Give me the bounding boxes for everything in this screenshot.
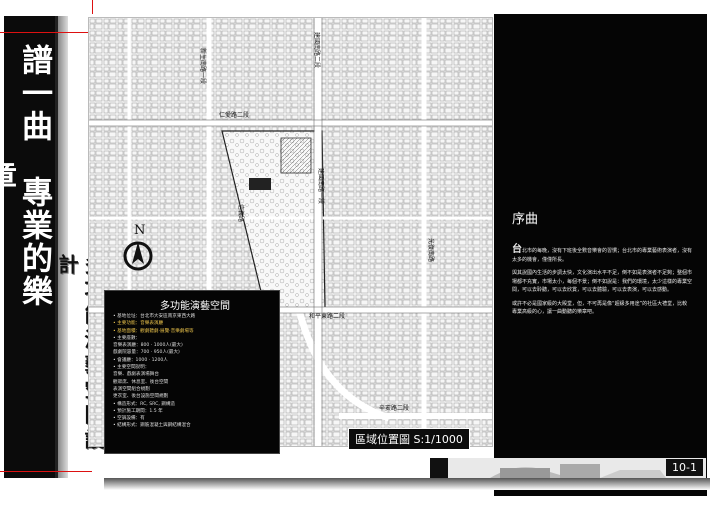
info-item: 音樂、戲劇表演場舞台 (113, 372, 159, 378)
road-label: 建國南路二段 (313, 32, 321, 68)
info-item: • 會議廳：1000 · 1200人 (113, 357, 168, 363)
info-item: • 基地面積：觀劇聽劇·展覽·音樂劇場等 (113, 328, 194, 334)
red-guide-line (92, 0, 93, 14)
preface-title: 序曲 (512, 212, 539, 227)
info-item: 觀眾席、休息室、後台空間 (113, 379, 169, 385)
info-item: • 空調設備：有 (113, 416, 145, 422)
title-bar-shadow (58, 16, 68, 478)
north-arrow-icon: N (123, 223, 153, 271)
info-box-title: 多功能演藝空間 (160, 301, 230, 312)
map-caption: 區域位置圖 S:1/1000 (348, 428, 470, 450)
preface-paragraph: 或許不必是國家級的大殿堂，但，不可再是像“超級多用途”的社區大禮堂，比較專業高級… (512, 300, 688, 316)
preface-paragraph: 與其說國內生活的步調太快，文化演出水平不足，倒不如是表演者不足夠；整個市場都不充… (512, 270, 693, 293)
info-item: • 主要空間說明： (113, 365, 150, 371)
info-item: • 主要功能：音樂表演廳 (113, 321, 164, 327)
preface-paragraph-text: 北市的每晚，沒有下班後全數音樂會的習慣；台北市的專業藝術表演者，沒有太多的機會，… (512, 248, 693, 263)
road-label: 信義路 (237, 204, 245, 222)
info-item: 更衣室、後台設施空間規劃 (113, 394, 169, 400)
red-guide-line (0, 32, 92, 33)
info-item: • 結構形式：鋼筋混凝土與鋼結構混合 (113, 423, 191, 429)
road-label: 建國南路一段 (317, 168, 325, 204)
project-info-box: 多功能演藝空間 • 基地位址：台北市大安區南京東西大路 • 主要功能：音樂表演廳 •… (104, 290, 280, 454)
info-item: • 構造形式：RC, SRC, 鋼構造 (113, 401, 176, 407)
road-label: 仁愛路二段 (219, 111, 249, 119)
road-label: 和平東路二段 (309, 312, 345, 320)
info-item: • 預計施工期間：1.5 年 (113, 408, 163, 414)
page-number: 10-1 (666, 459, 703, 476)
info-list: • 基地位址：台北市大安區南京東西大路 • 主要功能：音樂表演廳 • 基地面積：觀劇… (113, 313, 279, 430)
info-item: • 基地位址：台北市大安區南京東西大路 (113, 314, 196, 319)
info-item: • 主要座數： (113, 335, 141, 341)
preface-paragraph: 台北市的每晚，沒有下班後全數音樂會的習慣；台北市的專業藝術表演者，沒有太多的機會… (512, 244, 693, 264)
footer-block (430, 458, 448, 480)
info-item: 音樂表演廳：800 · 1000人(最大) (113, 343, 183, 349)
road-label: 新生南路一段 (199, 48, 207, 84)
page-title: 譜一曲 專業的樂章 (0, 44, 52, 308)
preface-body: 台北市的每晚，沒有下班後全數音樂會的習慣；台北市的專業藝術表演者，沒有太多的機會… (512, 244, 693, 322)
road-label: 辛亥路二段 (379, 404, 409, 412)
info-item: 戲劇院容量：700 · 950人(最大) (113, 350, 180, 356)
road-label: 光復南路 (427, 238, 435, 262)
compass-letter: N (134, 223, 145, 238)
lead-char: 台 (512, 244, 522, 255)
info-item: 表演空間組合規劃 (113, 386, 150, 392)
bottom-rule (104, 478, 710, 490)
footer-image-strip (430, 458, 706, 480)
